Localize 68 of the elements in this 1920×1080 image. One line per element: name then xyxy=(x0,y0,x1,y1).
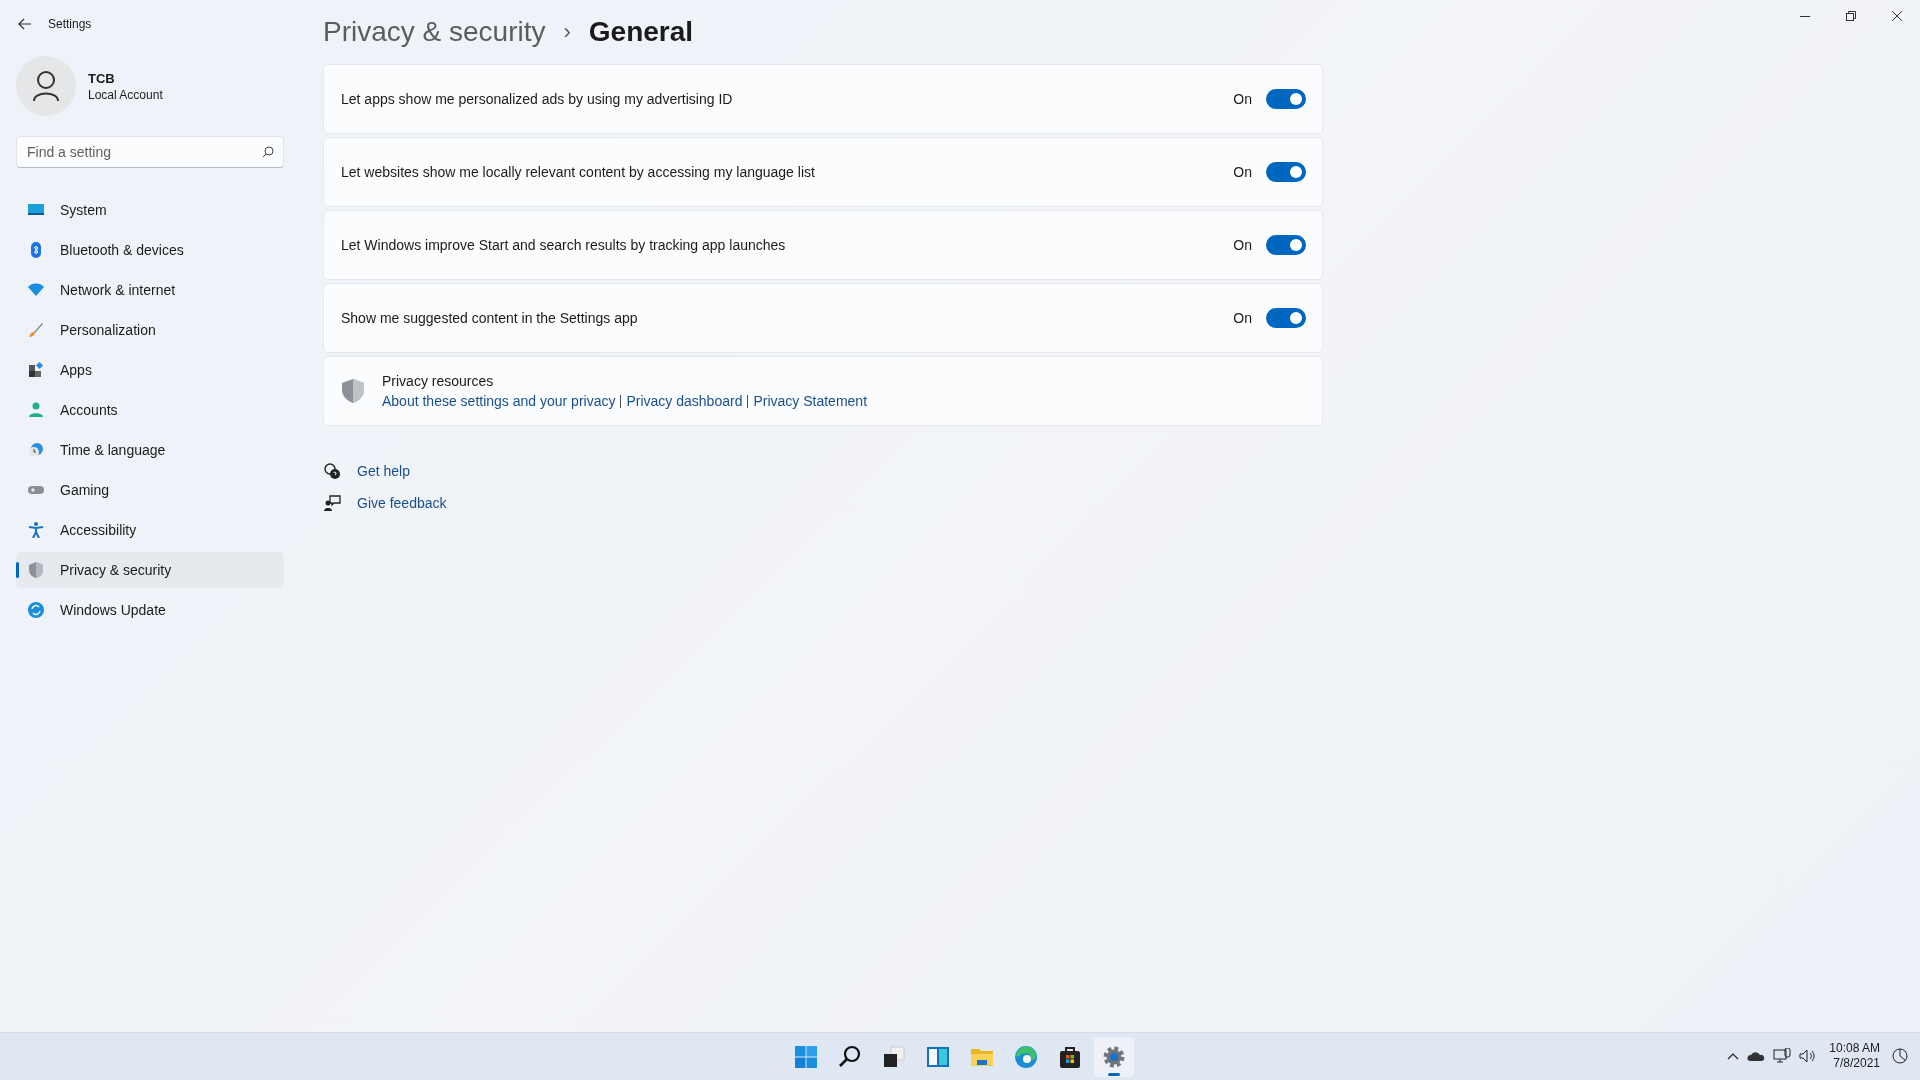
nav-item[interactable]: Apps xyxy=(16,352,284,388)
nav-item[interactable]: Gaming xyxy=(16,472,284,508)
shield-icon xyxy=(342,379,364,403)
wifi-icon xyxy=(28,282,44,298)
setting-label: Let apps show me personalized ads by using my advertising ID xyxy=(341,91,734,107)
toggle-switch[interactable] xyxy=(1266,235,1306,255)
resources-title: Privacy resources xyxy=(382,373,495,389)
help-icon xyxy=(323,462,341,480)
toggle-state: On xyxy=(1233,310,1252,326)
close-icon xyxy=(1892,11,1902,21)
setting-label: Show me suggested content in the Settings app xyxy=(341,310,639,326)
nav-item[interactable]: Privacy & security xyxy=(16,552,284,588)
start-icon xyxy=(794,1044,818,1069)
feedback-icon xyxy=(323,494,341,512)
back-icon[interactable] xyxy=(18,18,32,30)
window-title: Settings xyxy=(48,17,92,31)
toggle-switch[interactable] xyxy=(1266,308,1306,328)
task-view-icon xyxy=(882,1044,906,1069)
search-icon xyxy=(262,146,274,158)
breadcrumb-separator: › xyxy=(563,19,571,45)
monitor-icon xyxy=(28,202,44,218)
clock[interactable]: 10:08 AM 7/8/2021 xyxy=(1829,1041,1880,1071)
breadcrumb-link[interactable]: Privacy & security xyxy=(323,16,546,48)
volume-icon[interactable] xyxy=(1799,1049,1818,1063)
setting-label: Let websites show me locally relevant content by accessing my language list xyxy=(341,164,816,180)
account-name: TCB xyxy=(88,70,116,86)
nav-item[interactable]: Personalization xyxy=(16,312,284,348)
person-icon xyxy=(32,71,60,101)
toggle-state: On xyxy=(1233,237,1252,253)
widgets-icon xyxy=(926,1044,950,1069)
nav-item[interactable]: Accessibility xyxy=(16,512,284,548)
network-icon[interactable] xyxy=(1773,1048,1792,1064)
browser-icon xyxy=(1014,1044,1038,1069)
toggle-switch[interactable] xyxy=(1266,89,1306,109)
person-icon xyxy=(28,402,44,418)
privacy-link[interactable]: Privacy dashboard xyxy=(626,393,743,409)
toggle-switch[interactable] xyxy=(1266,162,1306,182)
toggle-state: On xyxy=(1233,91,1252,107)
toggle-state: On xyxy=(1233,164,1252,180)
update-icon xyxy=(28,602,44,618)
account-type: Local Account xyxy=(88,87,163,102)
nav-item[interactable]: System xyxy=(16,192,284,228)
nav-item[interactable]: Windows Update xyxy=(16,592,284,628)
brush-icon xyxy=(28,322,44,338)
bluetooth-icon xyxy=(28,242,44,258)
notification-icon[interactable] xyxy=(1892,1048,1908,1064)
nav-item[interactable]: Accounts xyxy=(16,392,284,428)
globe-clock-icon xyxy=(28,442,44,458)
help-link[interactable]: Give feedback xyxy=(357,495,447,511)
store-icon xyxy=(1058,1044,1082,1069)
help-link[interactable]: Get help xyxy=(357,463,410,479)
search-icon xyxy=(838,1044,862,1069)
restore-icon xyxy=(1846,11,1856,21)
accessibility-icon xyxy=(28,522,44,538)
search-field[interactable]: Find a setting xyxy=(16,136,284,168)
nav-item[interactable]: Network & internet xyxy=(16,272,284,308)
privacy-link[interactable]: About these settings and your privacy xyxy=(382,393,616,409)
cloud-icon[interactable] xyxy=(1747,1050,1766,1062)
gear-icon xyxy=(1102,1044,1126,1069)
page-title: General xyxy=(588,16,694,48)
setting-label: Let Windows improve Start and search results by tracking app launches xyxy=(341,237,787,253)
nav-item[interactable]: Time & language xyxy=(16,432,284,468)
chevron-up-icon[interactable] xyxy=(1727,1052,1740,1060)
apps-icon xyxy=(28,362,44,378)
shield-icon xyxy=(28,562,44,578)
minimize-icon xyxy=(1800,15,1810,17)
privacy-link[interactable]: Privacy Statement xyxy=(753,393,868,409)
nav-item[interactable]: Bluetooth & devices xyxy=(16,232,284,268)
